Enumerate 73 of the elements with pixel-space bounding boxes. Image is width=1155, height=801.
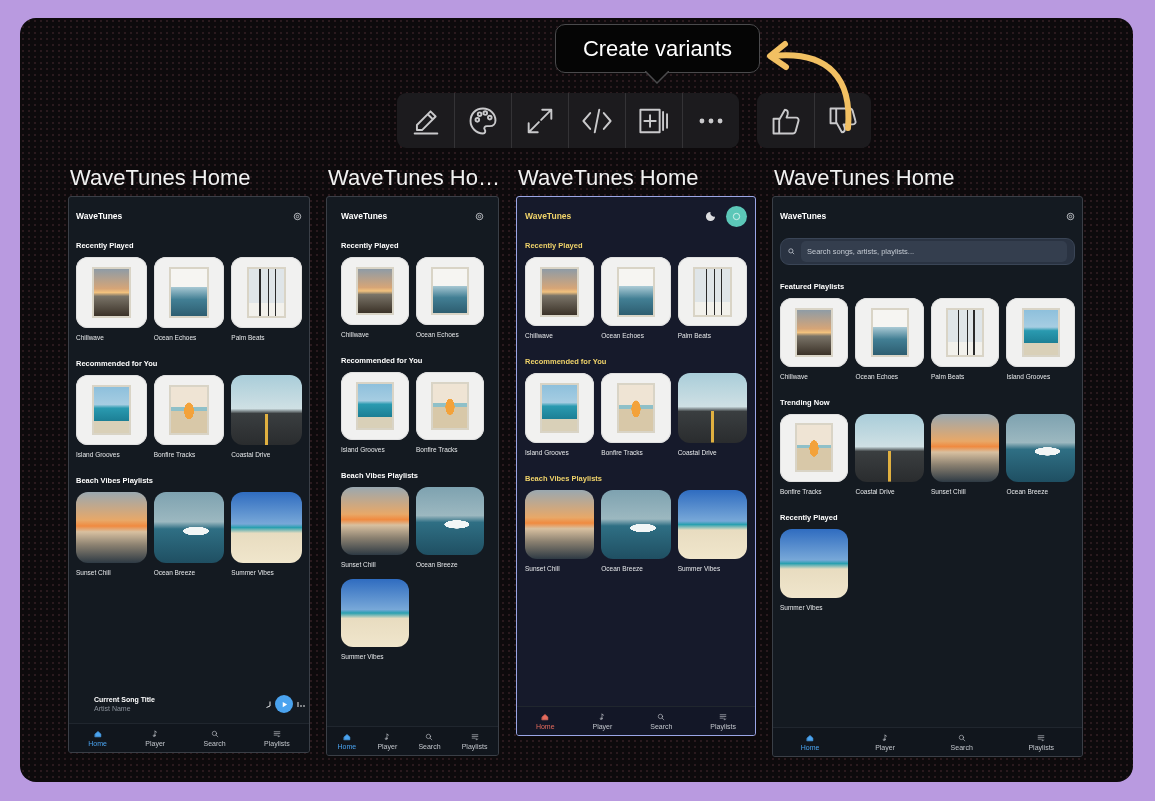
home-icon [93,730,102,738]
album-cover[interactable] [1006,298,1075,367]
album-cover[interactable] [416,372,484,440]
playlist-icon [1037,734,1046,742]
album-cover[interactable] [677,373,747,443]
tooltip-pointer [645,71,669,85]
music-note-icon [383,733,392,741]
app-name: WaveTunes [525,211,572,221]
album-cover[interactable] [153,374,225,446]
album-cover[interactable] [855,298,924,367]
album-cover[interactable] [601,257,671,327]
search-icon [657,713,666,721]
album-cover[interactable] [153,257,225,328]
home-icon [342,733,351,741]
settings-button[interactable] [726,205,747,227]
album-cover[interactable] [416,487,484,555]
album-cover[interactable] [341,487,409,555]
album-cover[interactable] [153,492,225,563]
album-cover[interactable] [780,298,849,367]
tooltip: Create variants [555,24,760,73]
album-cover[interactable] [601,489,671,559]
search-icon [788,248,795,255]
album-cover[interactable] [601,373,671,443]
variant-title: WaveTunes Home [70,166,252,190]
album-cover[interactable] [231,492,302,563]
album-cover[interactable] [780,529,849,598]
album-cover[interactable] [76,257,147,328]
album-cover[interactable] [341,372,409,440]
playlist-icon [719,713,728,721]
settings-icon[interactable] [1066,211,1075,221]
variant-title: WaveTunes Ho… [328,166,500,190]
album-cover[interactable] [931,298,1000,367]
app-name: WaveTunes [76,211,123,221]
app-name: WaveTunes [341,211,388,221]
search-icon [425,733,434,741]
variant-title: WaveTunes Home [518,166,700,190]
phone-screen[interactable] [516,196,756,736]
playlist-icon [470,733,479,741]
album-cover[interactable] [231,374,302,446]
home-icon [541,713,550,721]
play-icon [280,700,288,708]
album-cover[interactable] [1006,413,1075,482]
album-cover[interactable] [525,257,595,327]
play-button[interactable] [275,695,293,713]
album-cover[interactable] [525,373,595,443]
album-cover[interactable] [231,257,302,328]
album-cover[interactable] [341,579,409,647]
album-cover[interactable] [780,413,849,482]
album-cover[interactable] [677,489,747,560]
phone-screen[interactable] [772,196,1083,757]
album-cover[interactable] [76,374,147,446]
variant-title: WaveTunes Home [774,166,956,190]
settings-icon [732,211,741,221]
music-note-icon [151,730,160,738]
album-cover[interactable] [525,489,595,559]
album-cover[interactable] [341,257,409,325]
app-name: WaveTunes [780,211,827,221]
playlist-icon [272,730,281,738]
album-cover[interactable] [416,257,484,325]
equalizer-icon[interactable] [297,700,305,708]
settings-icon[interactable] [293,211,302,221]
music-note-icon [881,734,890,742]
music-note-icon [598,713,607,721]
home-icon [806,734,815,742]
settings-icon[interactable] [475,211,484,221]
album-cover[interactable] [855,413,924,482]
album-cover[interactable] [931,413,1000,482]
phone-screen[interactable] [68,196,310,753]
search-icon [210,730,219,738]
album-cover[interactable] [76,492,147,563]
search-icon [957,734,966,742]
moon-icon[interactable] [705,210,716,222]
album-cover[interactable] [677,257,747,327]
